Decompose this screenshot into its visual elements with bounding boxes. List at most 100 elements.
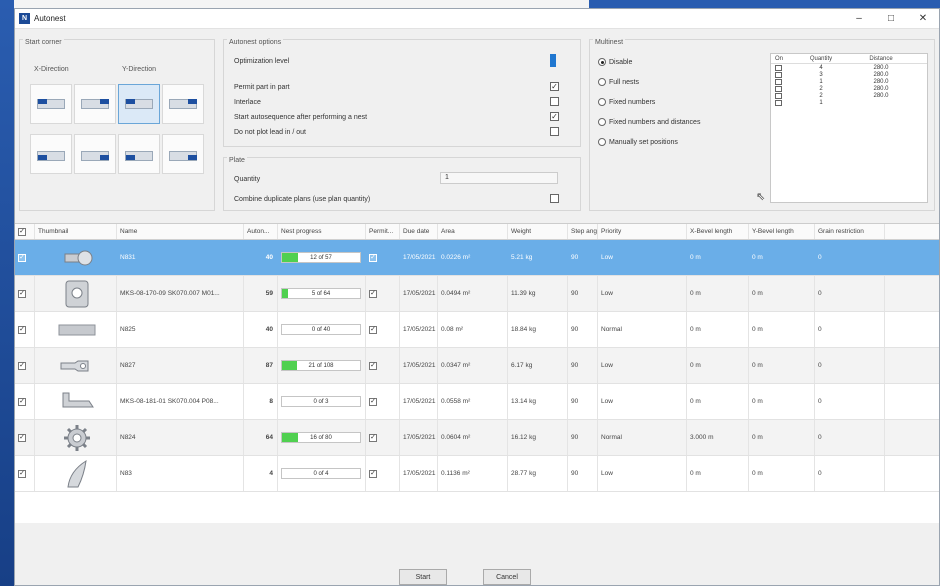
header-grain[interactable]: Grain restriction — [815, 224, 885, 239]
row-include-checkbox[interactable]: ✓ — [15, 276, 35, 311]
cell-permit-checkbox[interactable]: ✓ — [366, 348, 400, 383]
cell-permit-checkbox[interactable]: ✓ — [366, 312, 400, 347]
multinest-table-row[interactable]: 2 280.0 — [771, 92, 927, 99]
cell-x-bevel: 0 m — [687, 348, 749, 383]
header-weight[interactable]: Weight — [508, 224, 568, 239]
header-permit[interactable]: Permit... — [366, 224, 400, 239]
header-name[interactable]: Name — [117, 224, 244, 239]
header-x-bevel[interactable]: X-Bevel length — [687, 224, 749, 239]
row-on-cell[interactable] — [771, 99, 791, 106]
cell-permit-checkbox[interactable]: ✓ — [366, 384, 400, 419]
header-autonest[interactable]: Auton... — [244, 224, 278, 239]
cell-autonest-qty[interactable]: 8 — [244, 384, 278, 419]
cell-priority[interactable]: Low — [598, 456, 687, 491]
header-step-angle[interactable]: Step angle — [568, 224, 598, 239]
cell-priority[interactable]: Low — [598, 348, 687, 383]
cell-permit-checkbox[interactable]: ✓ — [366, 420, 400, 455]
cell-autonest-qty[interactable]: 40 — [244, 312, 278, 347]
header-due-date[interactable]: Due date — [400, 224, 438, 239]
row-on-cell[interactable] — [771, 85, 791, 92]
row-on-checkbox[interactable] — [775, 85, 782, 92]
part-gear-thumbnail-icon — [35, 420, 117, 455]
header-thumbnail[interactable]: Thumbnail — [35, 224, 117, 239]
maximize-button[interactable]: □ — [875, 13, 907, 24]
table-row[interactable]: ✓ N827 87 21 of 108 ✓ 17/05/2021 0.0347 m² 6.17… — [15, 348, 939, 384]
option-permit-part-in-part-checkbox[interactable]: ✓ — [550, 82, 559, 91]
multinest-table-row[interactable]: 1 — [771, 99, 927, 106]
row-on-checkbox[interactable] — [775, 71, 782, 78]
cell-permit-checkbox[interactable]: ✓ — [366, 240, 400, 275]
table-row[interactable]: ✓ N83 4 0 of 4 ✓ 17/05/2021 0.1136 m² 28.77 kg 9… — [15, 456, 939, 492]
corner-tile-bottom-right-x[interactable] — [74, 134, 116, 174]
row-include-checkbox[interactable]: ✓ — [15, 312, 35, 347]
multinest-full-nests-radio[interactable]: Full nests — [598, 78, 639, 86]
row-include-checkbox[interactable]: ✓ — [15, 384, 35, 419]
option-interlace-checkbox[interactable] — [550, 97, 559, 106]
cell-autonest-qty[interactable]: 87 — [244, 348, 278, 383]
row-include-checkbox[interactable]: ✓ — [15, 456, 35, 491]
optimization-level-slider[interactable] — [550, 54, 556, 67]
cell-permit-checkbox[interactable]: ✓ — [366, 456, 400, 491]
multinest-table-row[interactable]: 4 280.0 — [771, 64, 927, 71]
row-on-cell[interactable] — [771, 71, 791, 78]
row-on-cell[interactable] — [771, 92, 791, 99]
table-row[interactable]: ✓ N825 40 0 of 40 ✓ 17/05/2021 0.08 m² 18.84 kg… — [15, 312, 939, 348]
row-on-checkbox[interactable] — [775, 92, 782, 99]
cell-priority[interactable]: Normal — [598, 312, 687, 347]
corner-tile-top-left-y[interactable] — [118, 84, 160, 124]
multinest-manual-positions-radio[interactable]: Manually set positions — [598, 138, 678, 146]
row-on-cell[interactable] — [771, 78, 791, 85]
row-include-checkbox[interactable]: ✓ — [15, 348, 35, 383]
cell-priority[interactable]: Low — [598, 240, 687, 275]
cell-permit-checkbox[interactable]: ✓ — [366, 276, 400, 311]
plate-quantity-input[interactable]: 1 — [440, 172, 558, 184]
row-on-checkbox[interactable] — [775, 99, 782, 106]
multinest-fixed-distances-radio[interactable]: Fixed numbers and distances — [598, 118, 700, 126]
corner-tile-top-right-y[interactable] — [162, 84, 204, 124]
row-include-checkbox[interactable]: ✓ — [15, 240, 35, 275]
cell-priority[interactable]: Low — [598, 276, 687, 311]
cell-autonest-qty[interactable]: 4 — [244, 456, 278, 491]
cell-autonest-qty[interactable]: 59 — [244, 276, 278, 311]
row-distance: 280.0 — [873, 71, 889, 78]
multinest-disable-radio[interactable]: Disable — [598, 58, 632, 66]
header-priority[interactable]: Priority — [598, 224, 687, 239]
row-include-checkbox[interactable]: ✓ — [15, 420, 35, 455]
cell-priority[interactable]: Low — [598, 384, 687, 419]
header-select-all[interactable]: ✓ — [15, 224, 35, 239]
table-row[interactable]: ✓ N831 40 12 of 57 ✓ 17/05/2021 0.0226 m² 5.21 … — [15, 240, 939, 276]
corner-tile-bottom-right-y[interactable] — [162, 134, 204, 174]
cell-x-bevel: 0 m — [687, 312, 749, 347]
option-autosequence-checkbox[interactable]: ✓ — [550, 112, 559, 121]
option-no-lead-checkbox[interactable] — [550, 127, 559, 136]
table-row[interactable]: ✓ MKS-08-170-09 SK070.007 M01... 59 5 of 64… — [15, 276, 939, 312]
corner-tile-top-right-x[interactable] — [74, 84, 116, 124]
cell-nest-progress: 5 of 64 — [278, 276, 366, 311]
header-area[interactable]: Area — [438, 224, 508, 239]
cell-name: N83 — [117, 456, 244, 491]
row-on-cell[interactable] — [771, 64, 791, 71]
header-y-bevel[interactable]: Y-Bevel length — [749, 224, 815, 239]
corner-tile-bottom-left-y[interactable] — [118, 134, 160, 174]
cell-autonest-qty[interactable]: 40 — [244, 240, 278, 275]
minimize-button[interactable]: – — [843, 13, 875, 24]
cancel-button[interactable]: Cancel — [483, 569, 531, 585]
y-direction-label: Y-Direction — [122, 66, 156, 73]
table-row[interactable]: ✓ N824 64 16 of 80 ✓ 17/05/2021 0.0604 m² 16.12… — [15, 420, 939, 456]
row-on-checkbox[interactable] — [775, 64, 782, 71]
multinest-table-row[interactable]: 1 280.0 — [771, 78, 927, 85]
table-row[interactable]: ✓ MKS-08-181-01 SK070.004 P08... 8 0 of 3 ✓ 1… — [15, 384, 939, 420]
close-button[interactable]: ✕ — [907, 13, 939, 24]
cell-autonest-qty[interactable]: 64 — [244, 420, 278, 455]
multinest-table-row[interactable]: 2 280.0 — [771, 85, 927, 92]
combine-duplicate-plans-checkbox[interactable] — [550, 194, 559, 203]
header-nest-progress[interactable]: Nest progress — [278, 224, 366, 239]
row-on-checkbox[interactable] — [775, 78, 782, 85]
corner-tile-top-left-x[interactable] — [30, 84, 72, 124]
multinest-fixed-numbers-radio[interactable]: Fixed numbers — [598, 98, 655, 106]
start-button[interactable]: Start — [399, 569, 447, 585]
cell-priority[interactable]: Normal — [598, 420, 687, 455]
corner-tile-bottom-left-x[interactable] — [30, 134, 72, 174]
nest-progress-bar: 21 of 108 — [281, 360, 361, 371]
multinest-table-row[interactable]: 3 280.0 — [771, 71, 927, 78]
